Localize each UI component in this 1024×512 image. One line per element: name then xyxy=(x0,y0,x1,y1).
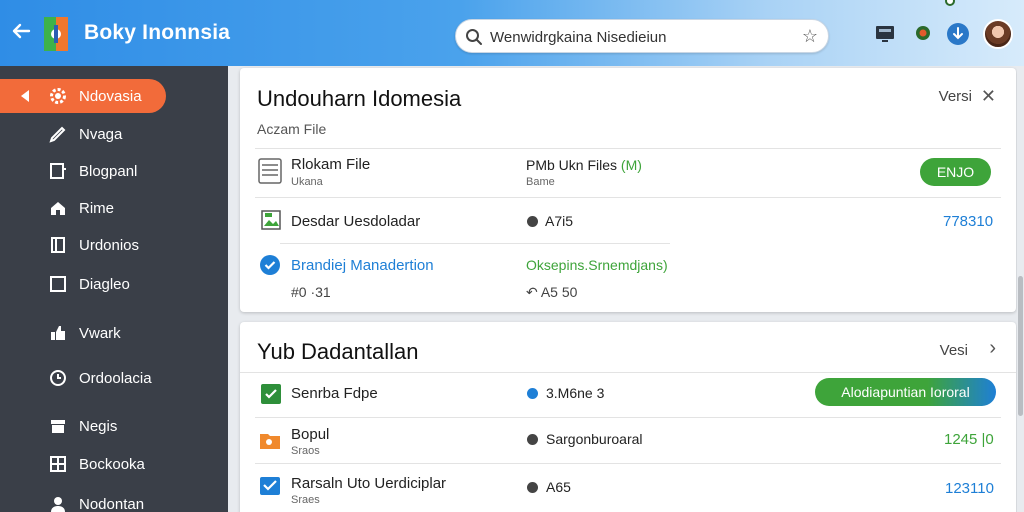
monitor-icon[interactable] xyxy=(873,22,897,46)
divider xyxy=(255,197,1001,198)
panel-title: Yub Dadantallan xyxy=(257,339,419,364)
status-indicator-icon xyxy=(945,0,955,6)
gear-icon xyxy=(48,86,68,106)
folder-icon xyxy=(259,429,281,451)
row-subtitle: Ukana xyxy=(291,176,323,188)
search-bar[interactable]: ☆ xyxy=(455,19,829,53)
close-icon[interactable]: ✕ xyxy=(981,86,996,107)
sidebar-item-rime[interactable]: Rime xyxy=(0,191,228,225)
sidebar-item-label: Nvaga xyxy=(79,126,123,143)
sidebar-item-urdonios[interactable]: Urdonios xyxy=(0,228,228,262)
sidebar-item-ordoolacia[interactable]: Ordoolacia xyxy=(0,361,228,395)
row-subtitle: #0 ·31 xyxy=(291,284,331,300)
star-icon[interactable]: ☆ xyxy=(802,26,818,47)
row-detail: 3.M6ne 3 xyxy=(546,385,605,401)
app-brand-title: Boky Inonnsia xyxy=(84,21,231,44)
download-icon[interactable] xyxy=(946,22,970,46)
sidebar-item-blogpanl[interactable]: Blogpanl xyxy=(0,154,228,188)
page-icon xyxy=(48,161,68,181)
row-subtitle: Sraos xyxy=(291,445,320,457)
app-logo-icon[interactable] xyxy=(42,17,70,51)
sidebar-item-active[interactable]: Ndovasia xyxy=(4,79,166,113)
action-button[interactable]: Alodiapuntian Iororal xyxy=(815,378,996,406)
avatar[interactable] xyxy=(983,19,1013,49)
image-icon xyxy=(260,209,282,231)
search-input[interactable] xyxy=(490,26,790,48)
caret-left-icon xyxy=(21,90,29,102)
sidebar-item-label: Bockooka xyxy=(79,456,145,473)
clock-icon xyxy=(48,368,68,388)
sidebar-item-nvaga[interactable]: Nvaga xyxy=(0,117,228,151)
row-detail-link[interactable]: Oksepins.Srnemdjans) xyxy=(526,257,668,273)
scrollbar-thumb[interactable] xyxy=(1018,276,1023,416)
divider xyxy=(255,417,1001,418)
panel-subtitle: Aczam File xyxy=(257,121,327,137)
row-title: Senrba Fdpe xyxy=(291,385,378,402)
row-title: Desdar Uesdoladar xyxy=(291,213,421,230)
grid-book-icon xyxy=(48,454,68,474)
search-icon[interactable] xyxy=(465,28,483,46)
divider xyxy=(280,243,670,244)
row-title: Rarsaln Uto Uerdiciplar xyxy=(291,475,447,492)
row-subtitle: Sraes xyxy=(291,494,320,506)
sidebar-item-label: Diagleo xyxy=(79,276,130,293)
status-dot xyxy=(527,388,538,399)
row-detail-accent: (M) xyxy=(620,157,642,173)
sidebar-item-label: Negis xyxy=(79,418,118,435)
row-detail: A7i5 xyxy=(545,213,574,229)
status-dot xyxy=(527,482,538,493)
check-box-icon xyxy=(260,383,282,405)
panel-title: Undouharn Idomesia xyxy=(257,86,462,111)
row-detail: PMb Ukn Files (M) xyxy=(526,157,642,173)
row-title: Rlokam File xyxy=(291,156,371,173)
location-icon[interactable] xyxy=(911,22,935,46)
row-detail-sub: ↶ A5 50 xyxy=(526,284,578,300)
sidebar-item-bockooka[interactable]: Bockooka xyxy=(0,447,228,481)
divider xyxy=(255,463,1001,464)
thumb-icon xyxy=(48,323,68,343)
back-arrow-icon[interactable] xyxy=(10,20,32,42)
sidebar-item-negis[interactable]: Negis xyxy=(0,409,228,443)
sidebar-item-label: Blogpanl xyxy=(79,163,138,180)
sidebar-item-label: Nodontan xyxy=(79,496,145,512)
app-header: Boky Inonnsia ☆ xyxy=(0,0,1024,66)
status-dot xyxy=(527,216,538,227)
download-panel: Undouharn Idomesia Versi ✕ Aczam File Rl… xyxy=(240,68,1016,312)
sidebar-item-label: Vwark xyxy=(79,325,121,342)
row-title-link[interactable]: Brandiej Manadertion xyxy=(291,257,434,274)
row-value: 778310 xyxy=(943,213,994,230)
status-dot xyxy=(527,434,538,445)
row-detail-sub: Bame xyxy=(526,176,555,188)
version-label: Vesi xyxy=(939,342,968,359)
chevron-right-icon[interactable]: › xyxy=(989,337,996,360)
row-value: 1245 |0 xyxy=(944,431,994,448)
user-icon xyxy=(48,494,68,512)
sidebar-item-diagleo[interactable]: Diagleo xyxy=(0,267,228,301)
row-value: 123110 xyxy=(945,480,994,497)
sidebar-item-label: Urdonios xyxy=(79,237,140,254)
divider xyxy=(255,148,1001,149)
row-detail: Sargonburoaral xyxy=(546,431,643,447)
file-icon xyxy=(258,158,282,184)
sidebar-item-label: Ndovasia xyxy=(79,88,142,105)
pen-icon xyxy=(48,124,68,144)
square-icon xyxy=(48,274,68,294)
sidebar-item-label: Rime xyxy=(79,200,115,217)
enjo-button[interactable]: ENJO xyxy=(920,158,991,186)
row-detail-text: PMb Ukn Files xyxy=(526,157,618,173)
version-label: Versi xyxy=(938,88,972,105)
sidebar-item-vwark[interactable]: Vwark xyxy=(0,316,228,350)
history-panel: Yub Dadantallan Vesi › Senrba Fdpe 3.M6n… xyxy=(240,322,1016,512)
tray-icon xyxy=(48,416,68,436)
row-detail: A65 xyxy=(546,479,571,495)
home-icon xyxy=(48,198,68,218)
mail-icon xyxy=(259,475,281,497)
sidebar-item-label: Ordoolacia xyxy=(79,370,152,387)
divider xyxy=(240,372,1016,373)
row-title: Bopul xyxy=(291,426,330,443)
shield-check-icon xyxy=(259,254,281,276)
book-icon xyxy=(48,235,68,255)
sidebar-item-nodontan[interactable]: Nodontan xyxy=(0,487,228,512)
